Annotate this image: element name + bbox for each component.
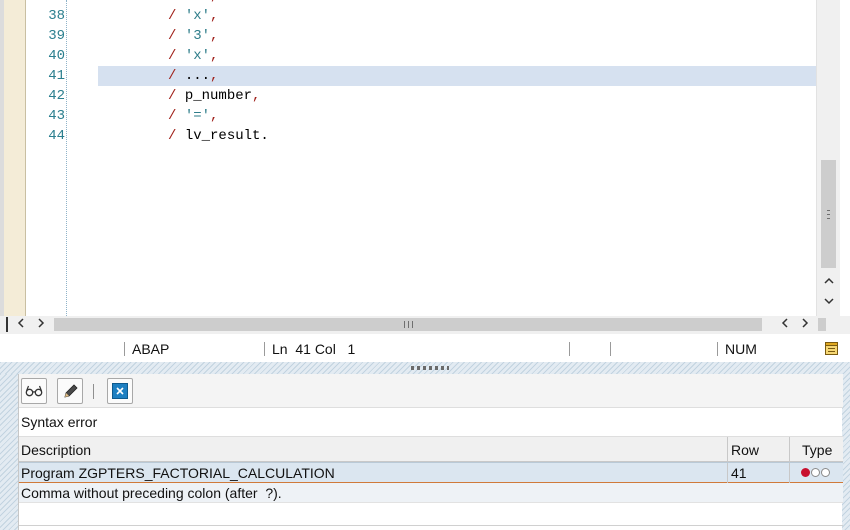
vertical-scroll-thumb[interactable] (821, 160, 836, 268)
chevron-right-icon[interactable] (34, 316, 48, 334)
line-marker (6, 317, 8, 332)
code-line[interactable]: / 'x', (168, 6, 218, 26)
code-line[interactable]: / 'x', (168, 46, 218, 66)
table-row[interactable]: Program ZGPTERS_FACTORIAL_CALCULATION 41 (19, 462, 843, 483)
message-row-number: 41 (731, 465, 747, 481)
column-header-description[interactable]: Description (21, 442, 91, 458)
message-list: Syntax error Description Row Type Progra… (18, 374, 843, 530)
code-text: lv_result. (184, 128, 269, 144)
horizontal-scrollbar[interactable] (0, 316, 850, 334)
code-slash: / (168, 128, 177, 144)
column-divider[interactable] (727, 437, 728, 462)
glasses-icon (25, 384, 43, 401)
editor-right-edge (840, 0, 850, 316)
code-line[interactable]: / '=', (168, 106, 218, 126)
code-string: 'x' (184, 48, 211, 64)
code-comma: , (210, 28, 219, 44)
code-comma: , (210, 8, 219, 24)
column-header-type[interactable]: Type (802, 442, 832, 458)
line-number: 42 (48, 88, 65, 104)
message-long-text: Comma without preceding colon (after ?). (21, 485, 282, 501)
message-toolbar (19, 374, 843, 408)
line-number: 44 (48, 128, 65, 144)
message-description: Program ZGPTERS_FACTORIAL_CALCULATION (21, 465, 335, 481)
code-line-current[interactable]: / ..., (168, 66, 218, 86)
code-slash: / (168, 108, 177, 124)
status-num-lock: NUM (725, 341, 757, 357)
status-divider (264, 342, 265, 356)
status-language: ABAP (132, 341, 170, 357)
yellow-light-icon (811, 468, 820, 477)
line-number: 40 (48, 48, 65, 64)
code-text: p_number (184, 88, 253, 104)
line-number: 38 (48, 8, 65, 24)
message-detail-row[interactable]: Comma without preceding colon (after ?). (19, 483, 843, 503)
syntax-check-pane: Syntax error Description Row Type Progra… (0, 374, 850, 530)
splitter-grip-icon[interactable] (411, 366, 449, 370)
column-divider[interactable] (789, 437, 790, 462)
code-string: '3' (184, 28, 211, 44)
code-string: '!' (185, 0, 210, 4)
horizontal-scroll-end (818, 318, 826, 331)
line-number-gutter: 37 38 39 40 41 42 43 44 (27, 0, 67, 316)
code-slash: / (168, 88, 177, 104)
code-slash: / (168, 68, 177, 84)
vertical-scrollbar[interactable] (816, 0, 840, 316)
code-comma: , (210, 108, 219, 124)
grip-icon (404, 321, 413, 328)
notepad-icon[interactable] (824, 340, 839, 356)
display-button[interactable] (21, 378, 47, 404)
status-divider (124, 342, 125, 356)
code-slash: / (168, 28, 177, 44)
bookmark-gutter[interactable] (4, 0, 26, 316)
divider (19, 525, 843, 526)
close-icon (112, 383, 128, 402)
code-comma: , (210, 0, 218, 4)
close-button[interactable] (107, 378, 133, 404)
error-traffic-light-icon (801, 468, 833, 478)
status-divider (717, 342, 718, 356)
code-string: 'x' (184, 8, 211, 24)
code-string: '=' (184, 108, 211, 124)
code-comma: , (210, 48, 219, 64)
line-number: 39 (48, 28, 65, 44)
toolbar-divider (93, 384, 94, 399)
line-number: 41 (48, 68, 65, 84)
code-slash: / (168, 0, 176, 4)
code-comma: , (252, 88, 261, 104)
status-cursor-position: Ln 41 Col 1 (272, 341, 356, 357)
code-slash: / (168, 48, 177, 64)
column-divider (727, 463, 728, 483)
code-slash: / (168, 8, 177, 24)
chevron-left-icon[interactable] (14, 316, 28, 334)
line-number: 43 (48, 108, 65, 124)
chevron-right-icon[interactable] (798, 316, 812, 334)
code-text: ... (184, 68, 211, 84)
chevron-up-icon[interactable] (821, 274, 837, 290)
green-light-icon (821, 468, 830, 477)
chevron-down-icon[interactable] (821, 294, 837, 310)
red-light-icon (801, 468, 810, 477)
code-line[interactable]: / p_number, (168, 86, 260, 106)
grip-icon (827, 210, 830, 219)
status-bar: ABAP Ln 41 Col 1 NUM (0, 334, 850, 362)
pane-border (0, 374, 18, 530)
pane-border (842, 374, 850, 530)
table-header: Description Row Type (19, 437, 843, 462)
pencil-icon (62, 383, 79, 403)
column-header-row[interactable]: Row (731, 442, 759, 458)
chevron-left-icon[interactable] (778, 316, 792, 334)
horizontal-scroll-thumb[interactable] (54, 318, 762, 331)
status-divider (569, 342, 570, 356)
code-line[interactable]: / lv_result. (168, 126, 269, 146)
column-divider (789, 463, 790, 483)
status-divider (610, 342, 611, 356)
code-editor[interactable]: 37 38 39 40 41 42 43 44 / '!', / 'x', / … (0, 0, 850, 316)
code-comma: , (210, 68, 219, 84)
pane-title: Syntax error (21, 414, 98, 430)
edit-button[interactable] (57, 378, 83, 404)
pane-splitter[interactable] (0, 362, 850, 374)
code-line[interactable]: / '3', (168, 26, 218, 46)
